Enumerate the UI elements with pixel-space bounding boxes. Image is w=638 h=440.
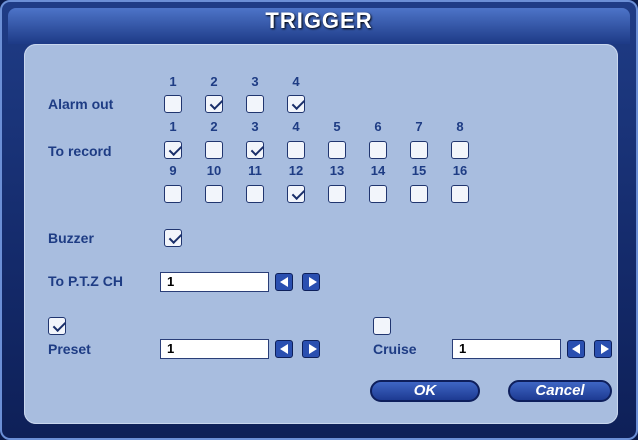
left-arrow-icon[interactable] — [567, 340, 585, 358]
to-record-num-11: 11 — [248, 163, 262, 178]
to-record-num-15: 15 — [411, 163, 427, 178]
to-record-num-7: 7 — [415, 119, 423, 134]
left-arrow-icon[interactable] — [275, 340, 293, 358]
to-record-checkbox-3[interactable] — [246, 141, 264, 159]
cruise-field[interactable]: 1 — [452, 339, 561, 359]
preset-checkbox[interactable] — [48, 317, 66, 335]
to-record-checkbox-7[interactable] — [410, 141, 428, 159]
ptz-label: To P.T.Z CH — [48, 273, 123, 289]
alarm-out-label: Alarm out — [48, 96, 114, 112]
alarm-out-num-3: 3 — [251, 74, 259, 89]
window-title: TRIGGER — [265, 8, 373, 33]
alarm-out-num-2: 2 — [210, 74, 218, 89]
preset-label: Preset — [48, 341, 91, 357]
to-record-num-12: 12 — [288, 163, 304, 178]
to-record-num-1: 1 — [169, 119, 177, 134]
preset-field[interactable]: 1 — [160, 339, 269, 359]
alarm-out-checkbox-4[interactable] — [287, 95, 305, 113]
to-record-num-10: 10 — [206, 163, 222, 178]
alarm-out-checkbox-1[interactable] — [164, 95, 182, 113]
to-record-label: To record — [48, 143, 112, 159]
to-record-checkbox-8[interactable] — [451, 141, 469, 159]
to-record-checkbox-15[interactable] — [410, 185, 428, 203]
alarm-out-num-1: 1 — [169, 74, 177, 89]
left-arrow-icon[interactable] — [275, 273, 293, 291]
right-arrow-icon[interactable] — [302, 273, 320, 291]
to-record-num-3: 3 — [251, 119, 259, 134]
cruise-checkbox[interactable] — [373, 317, 391, 335]
ptz-channel-field[interactable]: 1 — [160, 272, 269, 292]
to-record-checkbox-1[interactable] — [164, 141, 182, 159]
alarm-out-num-4: 4 — [292, 74, 300, 89]
to-record-checkbox-11[interactable] — [246, 185, 264, 203]
to-record-num-9: 9 — [169, 163, 177, 178]
to-record-checkbox-5[interactable] — [328, 141, 346, 159]
right-arrow-icon[interactable] — [302, 340, 320, 358]
to-record-checkbox-16[interactable] — [451, 185, 469, 203]
to-record-checkbox-9[interactable] — [164, 185, 182, 203]
right-arrow-icon[interactable] — [594, 340, 612, 358]
to-record-checkbox-4[interactable] — [287, 141, 305, 159]
to-record-checkbox-6[interactable] — [369, 141, 387, 159]
alarm-out-checkbox-2[interactable] — [205, 95, 223, 113]
to-record-num-5: 5 — [333, 119, 341, 134]
to-record-checkbox-13[interactable] — [328, 185, 346, 203]
cancel-button[interactable]: Cancel — [508, 380, 612, 402]
to-record-num-14: 14 — [370, 163, 386, 178]
to-record-checkbox-14[interactable] — [369, 185, 387, 203]
alarm-out-checkbox-3[interactable] — [246, 95, 264, 113]
to-record-num-16: 16 — [452, 163, 468, 178]
to-record-checkbox-12[interactable] — [287, 185, 305, 203]
to-record-num-4: 4 — [292, 119, 300, 134]
to-record-num-13: 13 — [329, 163, 345, 178]
ok-button[interactable]: OK — [370, 380, 480, 402]
to-record-checkbox-2[interactable] — [205, 141, 223, 159]
to-record-checkbox-10[interactable] — [205, 185, 223, 203]
to-record-num-8: 8 — [456, 119, 464, 134]
cruise-label: Cruise — [373, 341, 417, 357]
to-record-num-2: 2 — [210, 119, 218, 134]
buzzer-checkbox[interactable] — [164, 229, 182, 247]
buzzer-label: Buzzer — [48, 230, 94, 246]
to-record-num-6: 6 — [374, 119, 382, 134]
